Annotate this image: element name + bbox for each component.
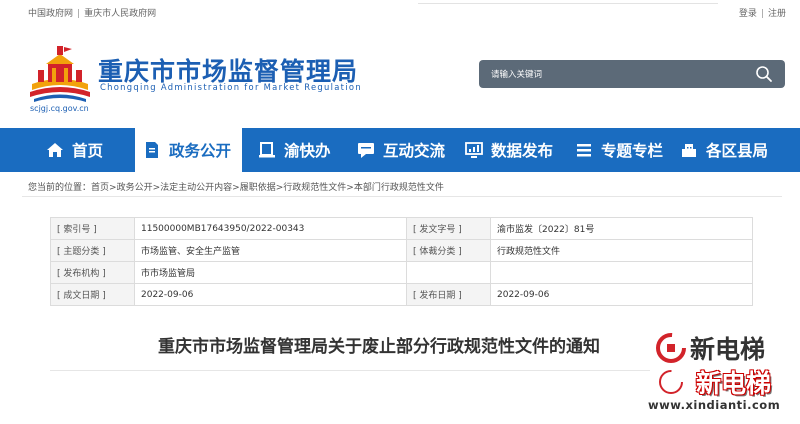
meta-value-publish-date: 2022-09-06 [490, 283, 753, 306]
nav-label: 首页 [72, 142, 104, 160]
list-icon [577, 144, 591, 157]
divider [22, 196, 782, 197]
document-title: 重庆市市场监督管理局关于废止部分行政规范性文件的通知 [158, 337, 600, 357]
meta-value-written-date: 2022-09-06 [134, 283, 407, 306]
table-row: [ 成文日期 ] 2022-09-06 [ 发布日期 ] 2022-09-06 [50, 283, 753, 306]
nav-item-home[interactable]: 首页 [46, 128, 103, 172]
site-domain: scjgj.cq.gov.cn [30, 104, 89, 113]
nav-label: 数据发布 [491, 142, 554, 160]
register-link[interactable]: 注册 [768, 9, 786, 19]
link-gov-cn[interactable]: 中国政府网 [28, 9, 73, 19]
nav-label: 政务公开 [169, 142, 232, 160]
breadcrumb-item[interactable]: 行政规范性文件 [283, 183, 346, 193]
breadcrumb: 您当前的位置：首页>政务公开>法定主动公开内容>履职依据>行政规范性文件>本部门… [22, 180, 782, 197]
meta-value-publisher: 市市场监管局 [134, 261, 407, 284]
nav-item-interaction[interactable]: 互动交流 [357, 128, 445, 172]
nav-label: 渝快办 [284, 142, 331, 160]
table-row: [ 发布机构 ] 市市场监管局 [50, 261, 753, 284]
nav-item-yukuaiban[interactable]: 渝快办 [258, 128, 331, 172]
top-divider [418, 0, 718, 4]
meta-value-genre: 行政规范性文件 [490, 239, 753, 262]
top-links: 中国政府网 | 重庆市人民政府网 [28, 6, 156, 19]
meta-label-index-number: [ 索引号 ] [50, 217, 135, 240]
watermark-text-outline: 新电梯 [696, 369, 772, 398]
meta-empty-cell [406, 261, 491, 284]
meta-label-written-date: [ 成文日期 ] [50, 283, 135, 306]
search-input[interactable]: 请输入关键词 [491, 68, 542, 80]
monitor-icon [465, 142, 483, 158]
agency-logo-icon[interactable] [26, 44, 94, 106]
nav-label: 互动交流 [383, 142, 446, 160]
meta-label-topic: [ 主题分类 ] [50, 239, 135, 262]
breadcrumb-prefix: 您当前的位置： [28, 183, 92, 193]
table-row: [ 主题分类 ] 市场监管、安全生产监管 [ 体裁分类 ] 行政规范性文件 [50, 239, 753, 262]
breadcrumb-item[interactable]: 法定主动公开内容 [160, 183, 232, 193]
meta-value-topic: 市场监管、安全生产监管 [134, 239, 407, 262]
site-header: 重庆市市场监督管理局 Chongqing Administration for … [0, 22, 800, 128]
meta-label-genre: [ 体裁分类 ] [406, 239, 491, 262]
watermark-url: www.xindianti.com [648, 398, 781, 412]
table-row: [ 索引号 ] 11500000MB17643950/2022-00343 [ … [50, 217, 753, 240]
nav-item-gov-affairs[interactable]: 政务公开 [135, 128, 242, 172]
building-icon [682, 144, 696, 157]
top-bar: 中国政府网 | 重庆市人民政府网 登录 | 注册 [0, 0, 800, 22]
separator: | [760, 9, 764, 19]
link-cq-gov[interactable]: 重庆市人民政府网 [84, 9, 156, 19]
breadcrumb-item[interactable]: 履职依据 [240, 183, 276, 193]
site-title-en: Chongqing Administration for Market Regu… [100, 82, 362, 92]
home-icon [47, 143, 63, 157]
document-icon [146, 142, 158, 158]
nav-label: 各区县局 [706, 142, 769, 160]
document-meta-table: [ 索引号 ] 11500000MB17643950/2022-00343 [ … [50, 217, 753, 306]
service-icon [259, 142, 275, 158]
separator: | [77, 9, 81, 19]
watermark-logo-icon [657, 368, 685, 396]
meta-value-doc-number: 渝市监发〔2022〕81号 [490, 217, 753, 240]
meta-value-index-number: 11500000MB17643950/2022-00343 [134, 217, 407, 240]
login-link[interactable]: 登录 [739, 9, 757, 19]
nav-item-special-topics[interactable]: 专题专栏 [575, 128, 663, 172]
meta-label-publisher: [ 发布机构 ] [50, 261, 135, 284]
meta-label-publish-date: [ 发布日期 ] [406, 283, 491, 306]
main-nav: 首页 政务公开 渝快办 互动交流 数据发布 专题专栏 各区县局 [0, 128, 800, 172]
nav-item-data-release[interactable]: 数据发布 [465, 128, 553, 172]
divider [50, 370, 650, 371]
meta-empty-cell [490, 261, 753, 284]
watermark-logo-icon [656, 333, 686, 363]
search-icon[interactable] [755, 65, 773, 83]
breadcrumb-item[interactable]: 首页 [91, 183, 109, 193]
account-links: 登录 | 注册 [739, 6, 786, 19]
chat-icon [358, 143, 374, 158]
meta-label-doc-number: [ 发文字号 ] [406, 217, 491, 240]
breadcrumb-item[interactable]: 政务公开 [117, 183, 153, 193]
breadcrumb-item[interactable]: 本部门行政规范性文件 [354, 183, 444, 193]
nav-item-district-bureaus[interactable]: 各区县局 [680, 128, 768, 172]
nav-label: 专题专栏 [601, 142, 664, 160]
watermark-text: 新电梯 [690, 335, 766, 364]
search-box[interactable]: 请输入关键词 [479, 60, 785, 88]
